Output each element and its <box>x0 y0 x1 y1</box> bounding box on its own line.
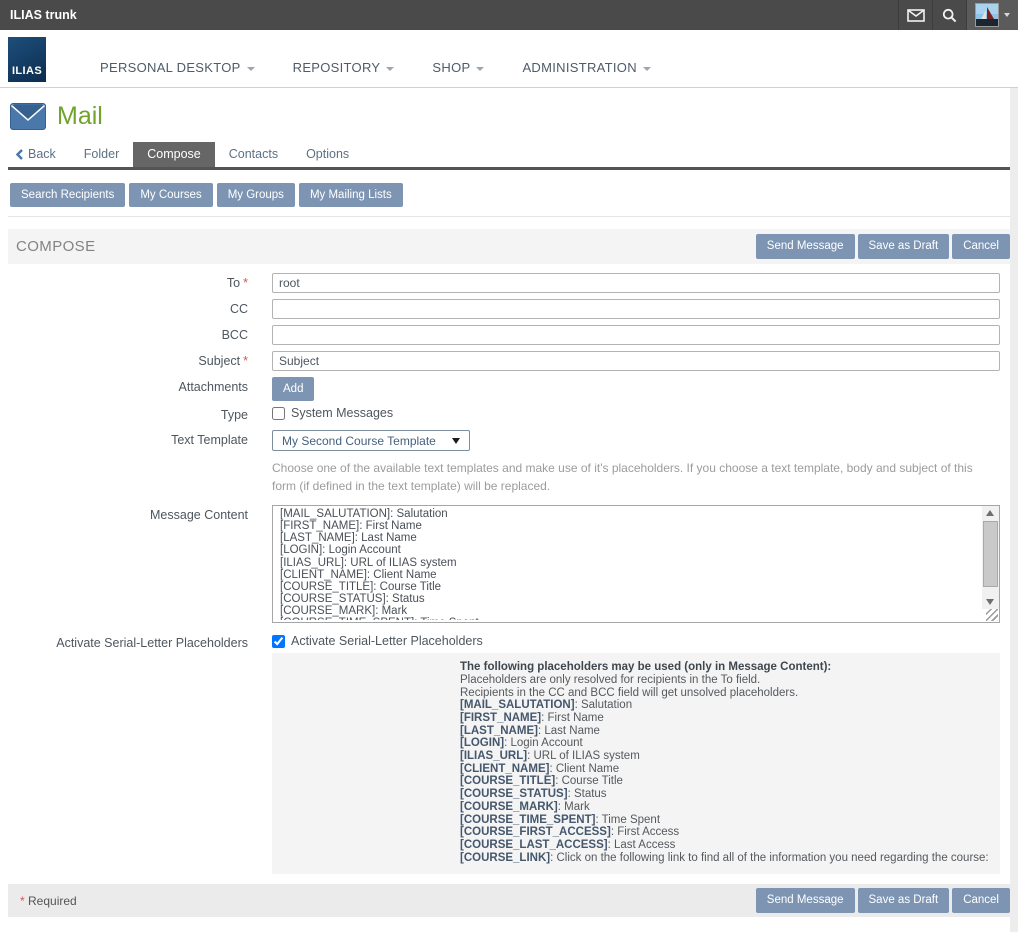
text-template-select[interactable]: My Second Course Template <box>272 430 470 451</box>
text-template-help: Choose one of the available text templat… <box>272 459 1000 495</box>
placeholder-item: [CLIENT_NAME]: Client Name <box>460 763 990 776</box>
form-body: To* CC BCC Subject* <box>8 264 1010 875</box>
placeholder-item: [COURSE_STATUS]: Status <box>460 788 990 801</box>
bcc-label: BCC <box>8 325 248 342</box>
form-heading: COMPOSE <box>16 238 756 255</box>
nav-shop[interactable]: SHOP <box>432 60 484 75</box>
ilias-logo[interactable]: ILIAS <box>8 37 46 82</box>
required-asterisk: * <box>243 354 248 368</box>
my-courses-button[interactable]: My Courses <box>129 183 212 207</box>
nav-administration[interactable]: ADMINISTRATION <box>522 60 650 75</box>
placeholder-info-box: The following placeholders may be used (… <box>272 653 1000 874</box>
chevron-down-icon <box>476 67 484 71</box>
chevron-down-icon <box>643 67 651 71</box>
text-template-label: Text Template <box>8 430 248 447</box>
chevron-down-icon <box>452 438 460 444</box>
mail-shortcut-button[interactable] <box>898 0 932 30</box>
cc-label: CC <box>8 299 248 316</box>
tab-options[interactable]: Options <box>292 142 363 167</box>
nav-personal-desktop[interactable]: PERSONAL DESKTOP <box>100 60 255 75</box>
textarea-scrollbar[interactable] <box>982 506 999 609</box>
mail-icon <box>907 9 925 22</box>
scroll-up-icon[interactable] <box>986 510 994 516</box>
bcc-input[interactable] <box>272 325 1000 345</box>
required-asterisk: * <box>20 894 25 908</box>
required-note: * Required <box>10 894 756 908</box>
resize-grip-icon[interactable] <box>986 609 998 621</box>
to-label: To* <box>8 273 248 290</box>
serial-letter-checkbox-label: Activate Serial-Letter Placeholders <box>291 634 483 648</box>
placeholder-info-title: The following placeholders may be used (… <box>460 661 990 674</box>
text-template-selected-value: My Second Course Template <box>282 434 436 448</box>
system-messages-checkbox[interactable] <box>272 407 285 420</box>
chevron-left-icon <box>16 149 23 160</box>
send-message-button[interactable]: Send Message <box>756 888 855 912</box>
cancel-button[interactable]: Cancel <box>952 234 1010 258</box>
placeholder-item: [FIRST_NAME]: First Name <box>460 712 990 725</box>
placeholder-info-note: Recipients in the CC and BCC field will … <box>460 687 990 700</box>
placeholder-info-note: Placeholders are only resolved for recip… <box>460 674 990 687</box>
system-messages-checkbox-label: System Messages <box>291 406 393 420</box>
page-header: Mail <box>8 88 1010 142</box>
subject-input[interactable] <box>272 351 1000 371</box>
user-menu[interactable] <box>966 0 1018 30</box>
save-as-draft-button[interactable]: Save as Draft <box>858 888 950 912</box>
placeholder-item: [ILIAS_URL]: URL of ILIAS system <box>460 750 990 763</box>
avatar <box>975 3 999 27</box>
mail-module-icon <box>10 103 46 130</box>
content-area: Mail Back Folder Compose Contacts Option… <box>0 88 1010 932</box>
main-navigation: ILIAS PERSONAL DESKTOP REPOSITORY SHOP A… <box>0 30 1018 88</box>
tab-folder[interactable]: Folder <box>70 142 133 167</box>
compose-form: COMPOSE Send Message Save as Draft Cance… <box>8 229 1010 916</box>
chevron-down-icon <box>1004 13 1010 17</box>
add-attachment-button[interactable]: Add <box>272 377 314 401</box>
scroll-down-icon[interactable] <box>986 599 994 605</box>
save-as-draft-button[interactable]: Save as Draft <box>858 234 950 258</box>
required-asterisk: * <box>243 276 248 290</box>
form-footer: * Required Send Message Save as Draft Ca… <box>8 884 1010 916</box>
message-content-label: Message Content <box>8 505 248 522</box>
placeholder-item: [COURSE_LINK]: Click on the following li… <box>460 852 990 865</box>
type-label: Type <box>8 405 248 422</box>
recipient-toolbar: Search Recipients My Courses My Groups M… <box>8 183 1010 217</box>
chevron-down-icon <box>247 67 255 71</box>
my-mailing-lists-button[interactable]: My Mailing Lists <box>299 183 403 207</box>
tab-back[interactable]: Back <box>16 142 70 167</box>
placeholder-item: [COURSE_TITLE]: Course Title <box>460 775 990 788</box>
placeholder-item: [LAST_NAME]: Last Name <box>460 725 990 738</box>
form-header: COMPOSE Send Message Save as Draft Cance… <box>8 229 1010 263</box>
cancel-button[interactable]: Cancel <box>952 888 1010 912</box>
message-content-textarea[interactable]: [MAIL_SALUTATION]: Salutation [FIRST_NAM… <box>272 505 1000 623</box>
chevron-down-icon <box>386 67 394 71</box>
app-title: ILIAS trunk <box>0 0 898 30</box>
tab-compose[interactable]: Compose <box>133 142 215 167</box>
scrollbar-thumb[interactable] <box>983 521 998 587</box>
serial-letter-label: Activate Serial-Letter Placeholders <box>8 633 248 650</box>
placeholder-item: [COURSE_MARK]: Mark <box>460 801 990 814</box>
placeholder-item: [COURSE_LAST_ACCESS]: Last Access <box>460 839 990 852</box>
topbar: ILIAS trunk <box>0 0 1018 30</box>
my-groups-button[interactable]: My Groups <box>217 183 295 207</box>
attachments-label: Attachments <box>8 377 248 394</box>
serial-letter-checkbox[interactable] <box>272 635 285 648</box>
search-button[interactable] <box>932 0 966 30</box>
to-input[interactable] <box>272 273 1000 293</box>
page-title: Mail <box>57 102 103 131</box>
nav-repository[interactable]: REPOSITORY <box>293 60 395 75</box>
message-content-text: [MAIL_SALUTATION]: Salutation [FIRST_NAM… <box>273 506 999 620</box>
send-message-button[interactable]: Send Message <box>756 234 855 258</box>
search-recipients-button[interactable]: Search Recipients <box>10 183 125 207</box>
placeholder-item: [MAIL_SALUTATION]: Salutation <box>460 699 990 712</box>
search-icon <box>942 8 957 23</box>
tab-bar: Back Folder Compose Contacts Options <box>8 142 1010 170</box>
placeholder-item: [LOGIN]: Login Account <box>460 737 990 750</box>
subject-label: Subject* <box>8 351 248 368</box>
tab-contacts[interactable]: Contacts <box>215 142 292 167</box>
placeholder-item: [COURSE_FIRST_ACCESS]: First Access <box>460 826 990 839</box>
cc-input[interactable] <box>272 299 1000 319</box>
placeholder-item: [COURSE_TIME_SPENT]: Time Spent <box>460 814 990 827</box>
